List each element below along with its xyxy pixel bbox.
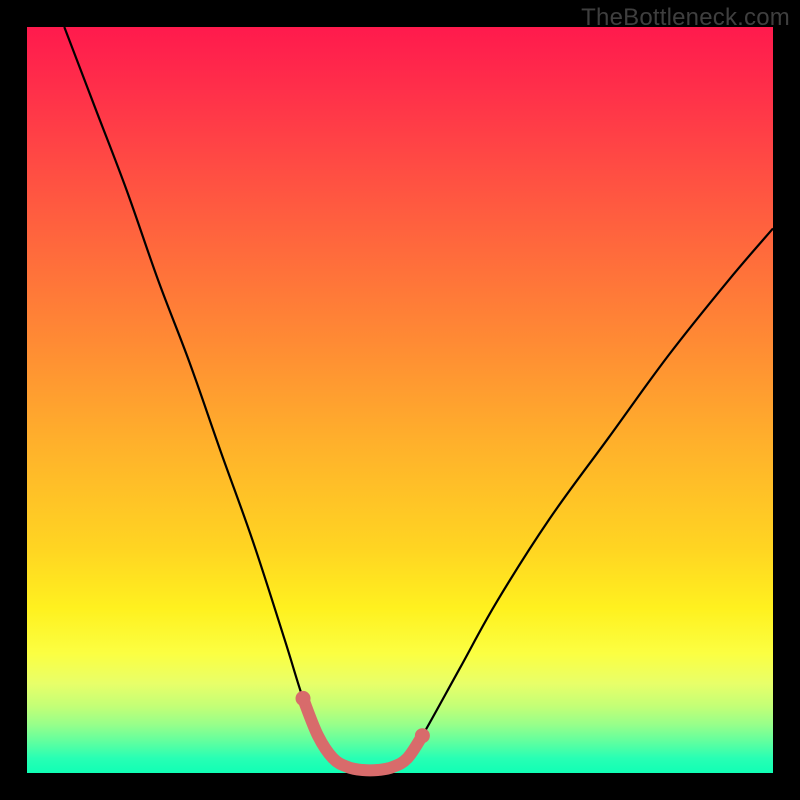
bottleneck-curve (27, 27, 773, 773)
curve-path (64, 27, 773, 770)
accent-endpoint-dot (296, 691, 311, 706)
accent-endpoint-dot (415, 728, 430, 743)
plot-area (27, 27, 773, 773)
accent-curve-path (303, 698, 422, 770)
chart-frame: TheBottleneck.com (0, 0, 800, 800)
